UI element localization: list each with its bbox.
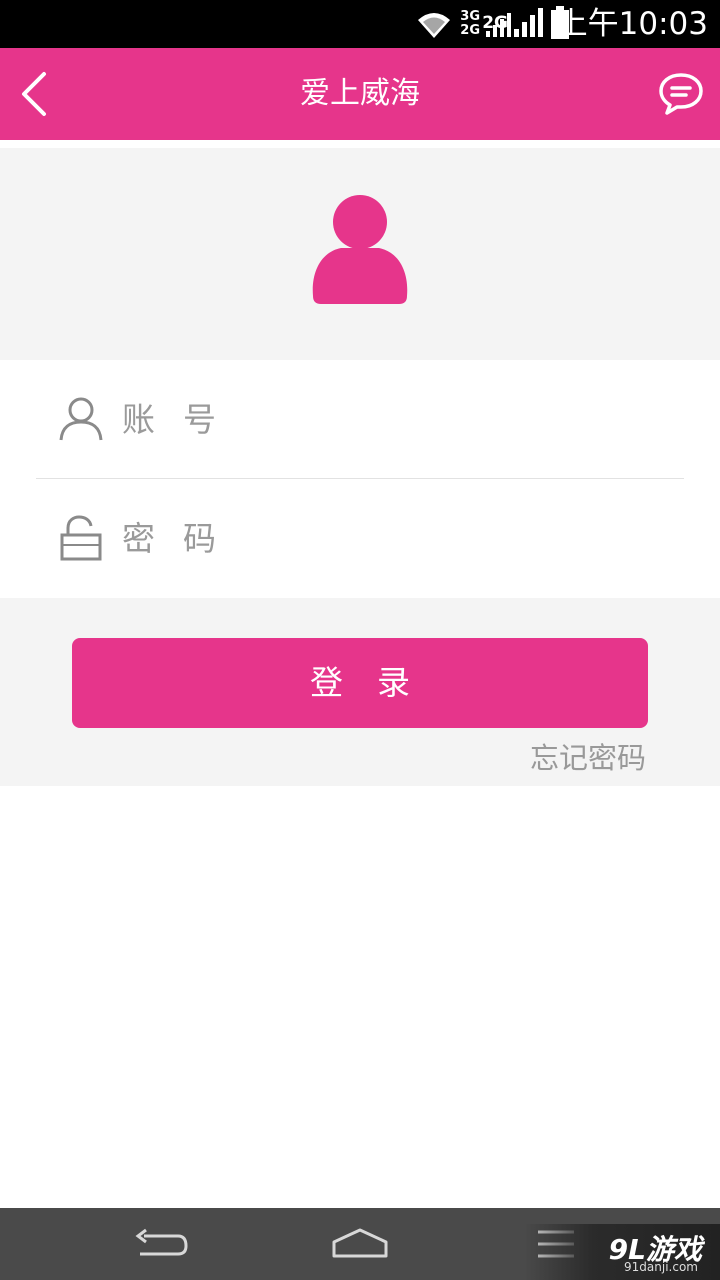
nav-home-button[interactable]	[330, 1226, 390, 1262]
user-avatar-icon	[312, 195, 408, 304]
home-icon	[332, 1228, 388, 1258]
page-title: 爱上威海	[300, 76, 420, 111]
network-type-bottom: 2G	[460, 23, 480, 38]
network-type-top: 3G	[460, 9, 480, 24]
status-bar: 3G 2G 2G 上午10:03	[0, 0, 720, 48]
signal-icon-2	[514, 8, 543, 37]
login-section: 登录 忘记密码	[0, 598, 720, 786]
avatar[interactable]	[309, 194, 411, 306]
account-input[interactable]	[122, 390, 662, 448]
nav-back-button[interactable]	[130, 1226, 190, 1262]
status-time: 上午10:03	[556, 6, 708, 42]
password-row	[36, 479, 684, 597]
network-type: 3G 2G	[460, 10, 480, 38]
password-input[interactable]	[122, 509, 662, 567]
user-outline-icon	[59, 397, 103, 441]
chat-bubble-icon	[659, 73, 703, 115]
back-button[interactable]	[14, 70, 62, 118]
wifi-icon	[418, 13, 451, 38]
lock-open-icon	[60, 515, 102, 561]
chevron-left-icon	[22, 72, 46, 116]
message-button[interactable]	[658, 72, 704, 116]
account-row	[36, 360, 684, 479]
network-type-second: 2G	[482, 13, 508, 33]
watermark-url: 91danji.com	[624, 1260, 698, 1274]
back-arrow-icon	[135, 1228, 188, 1256]
login-button[interactable]: 登录	[72, 638, 648, 728]
avatar-section	[0, 148, 720, 360]
forgot-password-link[interactable]: 忘记密码	[530, 738, 646, 778]
app-bar: 爱上威海	[0, 48, 720, 140]
login-form	[0, 360, 720, 598]
watermark: 9L游戏 91danji.com	[524, 1224, 720, 1280]
